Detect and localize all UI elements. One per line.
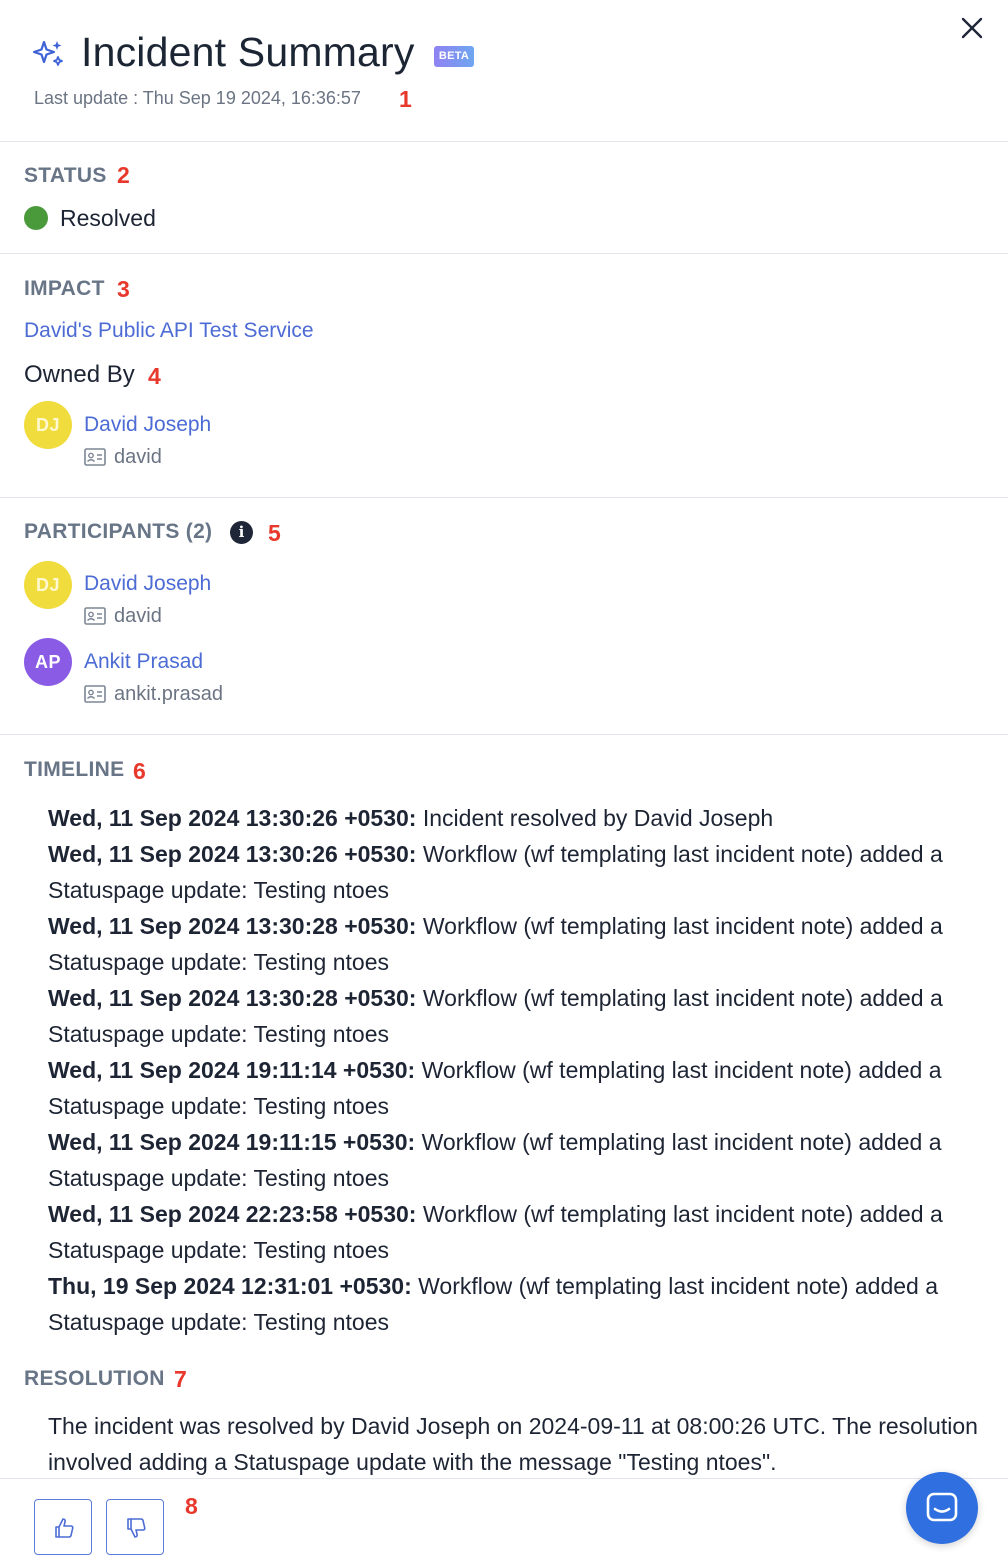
status-label: STATUS: [24, 164, 107, 187]
participant-username: ankit.prasad: [84, 681, 223, 707]
id-card-icon: [84, 448, 106, 466]
avatar: DJ: [24, 401, 72, 449]
timeline-timestamp: Wed, 11 Sep 2024 13:30:28 +0530:: [48, 985, 417, 1011]
timeline-list: Wed, 11 Sep 2024 13:30:26 +0530: Inciden…: [48, 800, 978, 1340]
chat-icon: [926, 1492, 958, 1522]
thumbs-down-icon: [127, 1518, 146, 1538]
chat-launcher-button[interactable]: [906, 1472, 978, 1544]
timeline-entry: Thu, 19 Sep 2024 12:31:01 +0530: Workflo…: [48, 1268, 978, 1340]
timeline-timestamp: Wed, 11 Sep 2024 22:23:58 +0530:: [48, 1201, 417, 1227]
resolution-label: RESOLUTION: [24, 1367, 165, 1390]
timeline-timestamp: Thu, 19 Sep 2024 12:31:01 +0530:: [48, 1273, 412, 1299]
annotation-marker-4: 4: [148, 363, 161, 389]
annotation-marker-2: 2: [117, 162, 130, 188]
timeline-timestamp: Wed, 11 Sep 2024 19:11:14 +0530:: [48, 1057, 416, 1083]
annotation-marker-5: 5: [268, 520, 281, 546]
timeline-entry: Wed, 11 Sep 2024 13:30:26 +0530: Workflo…: [48, 836, 978, 908]
annotation-marker-7: 7: [174, 1366, 187, 1392]
annotation-marker-6: 6: [133, 758, 146, 784]
avatar: AP: [24, 638, 72, 686]
timeline-text: Incident resolved by David Joseph: [416, 805, 774, 831]
thumbs-up-icon: [55, 1518, 74, 1538]
participant-username: david: [84, 603, 162, 629]
owner-username-text: david: [114, 446, 162, 468]
timeline-entry: Wed, 11 Sep 2024 13:30:28 +0530: Workflo…: [48, 980, 978, 1052]
timeline-entry: Wed, 11 Sep 2024 19:11:14 +0530: Workflo…: [48, 1052, 978, 1124]
status-value: Resolved: [60, 205, 156, 231]
timeline-timestamp: Wed, 11 Sep 2024 13:30:28 +0530:: [48, 913, 417, 939]
timeline-timestamp: Wed, 11 Sep 2024 19:11:15 +0530:: [48, 1129, 416, 1155]
owner-name-link[interactable]: David Joseph: [84, 411, 211, 439]
participants-label: PARTICIPANTS (2): [24, 520, 213, 543]
impacted-service-link[interactable]: David's Public API Test Service: [24, 317, 314, 345]
impact-label: IMPACT: [24, 277, 105, 300]
page-title: Incident Summary: [81, 29, 415, 75]
owner-username: david: [84, 444, 162, 470]
timeline-entry: Wed, 11 Sep 2024 13:30:26 +0530: Inciden…: [48, 800, 978, 836]
avatar: DJ: [24, 561, 72, 609]
info-icon[interactable]: i: [230, 521, 253, 544]
participant-name-link[interactable]: David Joseph: [84, 570, 211, 598]
participant-username-text: david: [114, 605, 162, 627]
beta-badge: BETA: [434, 46, 474, 67]
timeline-timestamp: Wed, 11 Sep 2024 13:30:26 +0530:: [48, 805, 417, 831]
timeline-entry: Wed, 11 Sep 2024 22:23:58 +0530: Workflo…: [48, 1196, 978, 1268]
id-card-icon: [84, 685, 106, 703]
timeline-entry: Wed, 11 Sep 2024 19:11:15 +0530: Workflo…: [48, 1124, 978, 1196]
annotation-marker-8: 8: [185, 1493, 198, 1519]
panel-header: Incident Summary BETA Last update : Thu …: [0, 0, 1008, 142]
participant-name-link[interactable]: Ankit Prasad: [84, 648, 203, 676]
thumbs-up-button[interactable]: [34, 1499, 92, 1555]
thumbs-down-button[interactable]: [106, 1499, 164, 1555]
feedback-footer: 8: [0, 1478, 1008, 1568]
last-update-text: Last update : Thu Sep 19 2024, 16:36:57: [34, 88, 361, 108]
close-icon[interactable]: [958, 14, 986, 42]
timeline-timestamp: Wed, 11 Sep 2024 13:30:26 +0530:: [48, 841, 417, 867]
resolution-text: The incident was resolved by David Josep…: [48, 1413, 978, 1475]
sparkle-icon: [32, 40, 63, 66]
annotation-marker-1: 1: [399, 86, 412, 112]
status-indicator: [24, 206, 48, 230]
timeline-entry: Wed, 11 Sep 2024 13:30:28 +0530: Workflo…: [48, 908, 978, 980]
timeline-label: TIMELINE: [24, 758, 125, 781]
participant-username-text: ankit.prasad: [114, 683, 223, 705]
annotation-marker-3: 3: [117, 276, 130, 302]
owned-by-label: Owned By: [24, 361, 135, 388]
status-section: [0, 142, 1008, 254]
id-card-icon: [84, 607, 106, 625]
